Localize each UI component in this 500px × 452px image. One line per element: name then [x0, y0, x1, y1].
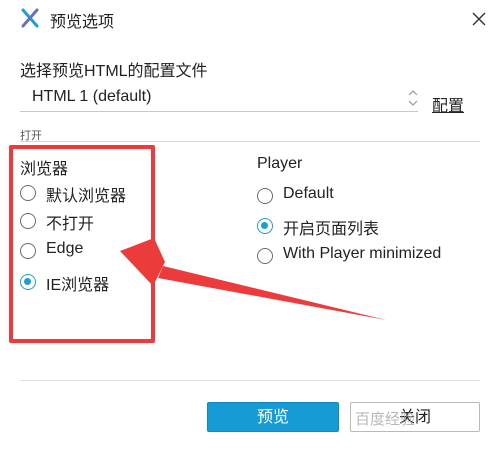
browser-group-title: 浏览器: [20, 161, 69, 178]
player-group-title: Player: [257, 155, 303, 172]
config-select-value: HTML 1 (default): [32, 88, 152, 105]
window-title: 预览选项: [50, 14, 115, 31]
config-label: 选择预览HTML的配置文件: [20, 63, 208, 80]
close-icon[interactable]: [464, 4, 494, 34]
radio-label: 默认浏览器: [46, 188, 127, 205]
radio-label: Default: [283, 185, 334, 202]
radio-circle: [257, 188, 273, 204]
radio-label: 开启页面列表: [283, 221, 380, 238]
radio-circle: [257, 218, 273, 234]
radio-label: 不打开: [46, 216, 95, 233]
radio-circle: [257, 248, 273, 264]
radio-circle: [20, 213, 36, 229]
divider: [20, 141, 480, 142]
radio-circle: [20, 243, 36, 259]
axure-x-icon: [21, 8, 39, 28]
radio-circle: [20, 185, 36, 201]
title-bar: 预览选项: [0, 0, 500, 38]
config-select[interactable]: HTML 1 (default): [20, 86, 418, 112]
radio-label: With Player minimized: [283, 245, 442, 262]
preview-button[interactable]: 预览: [207, 402, 339, 432]
up-down-arrows-icon: [408, 90, 418, 106]
config-link[interactable]: 配置: [432, 92, 464, 116]
close-button[interactable]: 关闭: [350, 402, 480, 432]
radio-circle: [20, 274, 36, 290]
radio-label: IE浏览器: [46, 277, 110, 294]
divider: [20, 380, 480, 381]
radio-label: Edge: [46, 240, 84, 257]
